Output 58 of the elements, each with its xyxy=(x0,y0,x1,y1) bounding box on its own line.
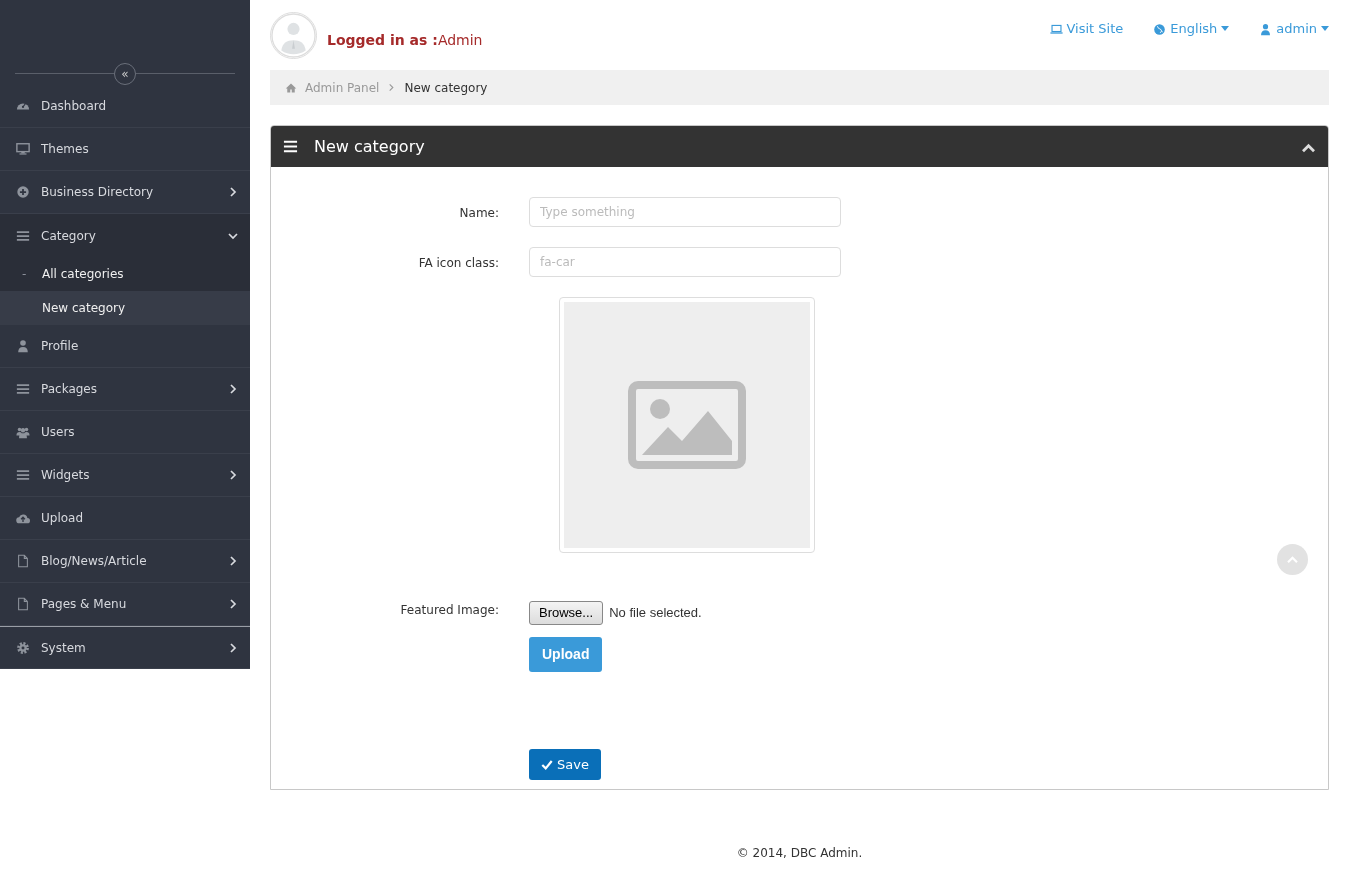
gear-icon xyxy=(16,640,30,655)
bullet-marker: - xyxy=(22,266,28,283)
laptop-icon xyxy=(1049,22,1063,36)
avatar-icon xyxy=(270,11,317,59)
sidebar-item[interactable]: Profile xyxy=(0,325,250,368)
home-icon xyxy=(285,81,297,94)
sidebar-item[interactable]: Upload xyxy=(0,497,250,540)
browse-button[interactable]: Browse... xyxy=(529,601,604,625)
footer-text: © 2014, DBC Admin. xyxy=(735,845,864,862)
sidebar-item[interactable]: Themes xyxy=(0,128,250,171)
user-icon xyxy=(16,339,30,353)
chevron-down-icon xyxy=(228,230,238,241)
file-icon xyxy=(16,597,30,611)
monitor-icon xyxy=(16,142,30,156)
sidebar-item[interactable]: Dashboard xyxy=(0,85,250,128)
save-button[interactable]: Save xyxy=(529,748,601,780)
file-icon xyxy=(16,554,30,568)
users-icon xyxy=(16,425,30,439)
collapse-button[interactable]: « xyxy=(114,63,136,85)
submenu-item[interactable]: New category xyxy=(0,291,250,325)
sidebar-item[interactable]: Pages & Menu xyxy=(0,583,250,626)
chevron-up-icon xyxy=(1301,141,1316,153)
input-field[interactable]: Type something xyxy=(529,197,841,227)
caret-down-icon xyxy=(1321,26,1329,32)
sidebar-item[interactable]: System xyxy=(0,626,250,669)
field-label: Featured Image: xyxy=(399,602,500,619)
image-placeholder-icon xyxy=(628,381,746,469)
sidebar-item[interactable]: Widgets xyxy=(0,454,250,497)
field-label: Name: xyxy=(458,205,500,222)
chevron-right-icon xyxy=(228,470,238,480)
breadcrumb-current: New category xyxy=(404,79,488,97)
chevron-right-icon xyxy=(387,83,397,92)
caret-down-icon xyxy=(1221,26,1230,32)
menu-icon xyxy=(16,228,30,243)
panel-title: New category xyxy=(314,135,426,158)
check-icon xyxy=(541,758,553,770)
chevron-right-icon xyxy=(228,599,238,609)
user-icon xyxy=(1259,22,1273,36)
sidebar-item[interactable]: Category xyxy=(0,214,250,257)
chevron-right-icon xyxy=(228,384,238,394)
field-label: FA icon class: xyxy=(417,255,500,272)
globe-icon xyxy=(1153,22,1167,36)
chevron-right-icon xyxy=(228,556,238,566)
chevron-up-icon xyxy=(1286,555,1299,564)
cloud-upload-icon xyxy=(16,511,30,525)
submenu-item[interactable]: - All categories xyxy=(0,257,250,291)
chevron-right-icon xyxy=(228,642,238,653)
menu-icon xyxy=(283,139,298,154)
menu-icon xyxy=(16,382,30,396)
logged-in-text: Logged in as :Admin xyxy=(327,30,483,50)
sidebar-item[interactable]: Blog/News/Article xyxy=(0,540,250,583)
menu-icon xyxy=(16,468,30,482)
sidebar-item[interactable]: Packages xyxy=(0,368,250,411)
chevron-right-icon xyxy=(228,187,238,197)
file-status-text: No file selected. xyxy=(609,604,702,622)
plus-circle-icon xyxy=(16,185,30,199)
input-field[interactable]: fa-car xyxy=(529,247,841,277)
sidebar-item[interactable]: Users xyxy=(0,411,250,454)
